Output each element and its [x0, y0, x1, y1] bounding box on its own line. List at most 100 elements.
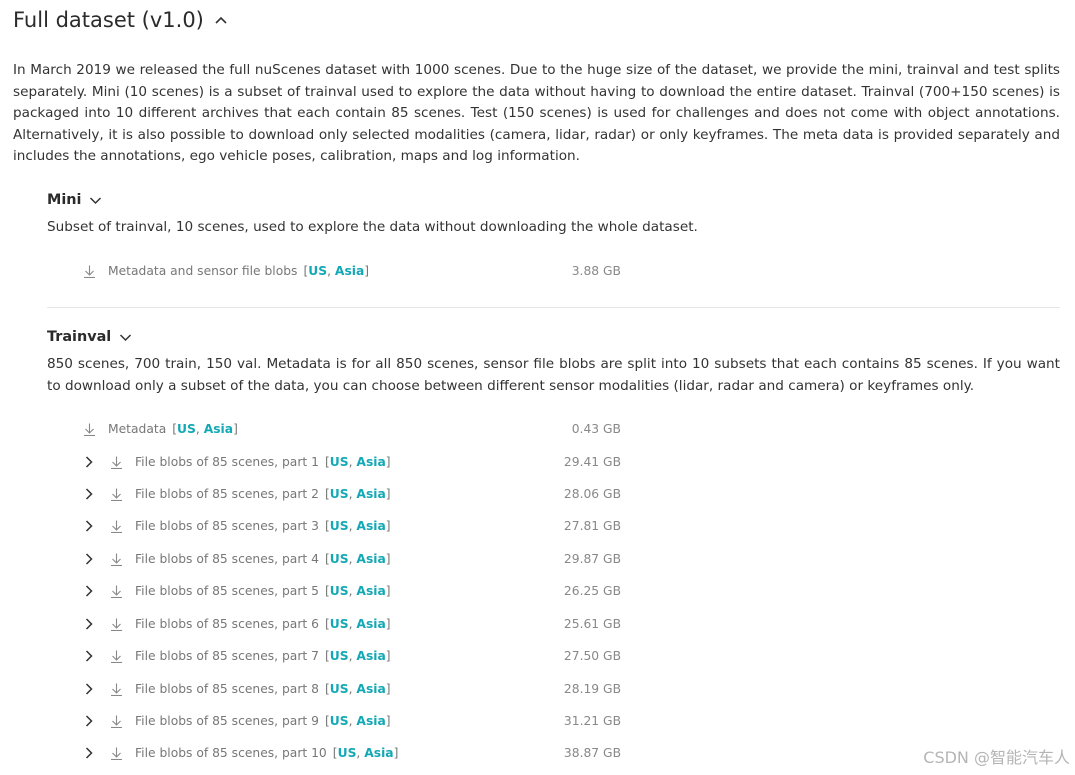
- region-link-us[interactable]: US: [330, 455, 349, 469]
- region-link-asia[interactable]: Asia: [356, 519, 385, 533]
- trainval-part-row: File blobs of 85 scenes, part 10 [US, Asi…: [83, 743, 398, 763]
- trainval-part-row: File blobs of 85 scenes, part 5 [US, Asia…: [83, 581, 391, 601]
- region-link-us[interactable]: US: [330, 519, 349, 533]
- region-link-asia[interactable]: Asia: [356, 455, 385, 469]
- trainval-part-row: File blobs of 85 scenes, part 2 [US, Asia…: [83, 484, 391, 504]
- download-icon[interactable]: [110, 747, 123, 760]
- file-size: 28.06 GB: [563, 487, 621, 501]
- chevron-right-icon[interactable]: [83, 715, 95, 727]
- trainval-part-row: File blobs of 85 scenes, part 9 [US, Asia…: [83, 711, 391, 731]
- watermark: CSDN @智能汽车人: [923, 748, 1070, 767]
- row-label: File blobs of 85 scenes, part 7: [135, 649, 319, 663]
- chevron-right-icon[interactable]: [83, 618, 95, 630]
- row-label: File blobs of 85 scenes, part 6: [135, 617, 319, 631]
- region-link-asia[interactable]: Asia: [364, 746, 393, 760]
- row-label: File blobs of 85 scenes, part 3: [135, 519, 319, 533]
- chevron-down-icon[interactable]: [119, 331, 132, 344]
- row-label: Metadata and sensor file blobs: [108, 264, 298, 278]
- region-link-asia[interactable]: Asia: [356, 617, 385, 631]
- trainval-part-row: File blobs of 85 scenes, part 3 [US, Asia…: [83, 516, 391, 536]
- download-icon[interactable]: [110, 585, 123, 598]
- page-title-text: Full dataset (v1.0): [13, 8, 204, 32]
- file-size: 31.21 GB: [563, 714, 621, 728]
- region-links: [US, Asia]: [332, 746, 399, 760]
- region-link-us[interactable]: US: [177, 422, 196, 436]
- region-link-us[interactable]: US: [330, 617, 349, 631]
- region-link-asia[interactable]: Asia: [356, 552, 385, 566]
- file-size: 28.19 GB: [563, 682, 621, 696]
- row-label: File blobs of 85 scenes, part 5: [135, 584, 319, 598]
- region-link-us[interactable]: US: [308, 264, 327, 278]
- region-links: [US, Asia]: [324, 455, 391, 469]
- chevron-down-icon[interactable]: [89, 194, 102, 207]
- row-label: File blobs of 85 scenes, part 4: [135, 552, 319, 566]
- file-size: 27.81 GB: [563, 519, 621, 533]
- region-link-us[interactable]: US: [330, 682, 349, 696]
- region-link-asia[interactable]: Asia: [356, 487, 385, 501]
- file-size: 27.50 GB: [563, 649, 621, 663]
- row-label: File blobs of 85 scenes, part 2: [135, 487, 319, 501]
- chevron-right-icon[interactable]: [83, 683, 95, 695]
- trainval-metadata-row: Metadata [US, Asia]: [83, 419, 238, 439]
- mini-title[interactable]: Mini: [47, 192, 1060, 208]
- file-size: 26.25 GB: [563, 584, 621, 598]
- download-icon[interactable]: [110, 715, 123, 728]
- download-icon[interactable]: [110, 683, 123, 696]
- mini-title-text: Mini: [47, 192, 82, 208]
- chevron-up-icon[interactable]: [214, 13, 228, 27]
- region-links: [US, Asia]: [324, 584, 391, 598]
- region-link-us[interactable]: US: [330, 649, 349, 663]
- region-link-us[interactable]: US: [330, 487, 349, 501]
- row-label: File blobs of 85 scenes, part 9: [135, 714, 319, 728]
- mini-download-row: Metadata and sensor file blobs [US, Asia…: [83, 261, 369, 281]
- region-links: [US, Asia]: [324, 649, 391, 663]
- region-links: [US, Asia]: [324, 487, 391, 501]
- chevron-right-icon[interactable]: [83, 650, 95, 662]
- intro-paragraph: In March 2019 we released the full nuSce…: [13, 62, 1060, 164]
- row-label: File blobs of 85 scenes, part 8: [135, 682, 319, 696]
- page-title[interactable]: Full dataset (v1.0): [13, 8, 228, 32]
- download-icon[interactable]: [110, 650, 123, 663]
- region-link-us[interactable]: US: [330, 714, 349, 728]
- region-link-asia[interactable]: Asia: [356, 714, 385, 728]
- download-icon[interactable]: [83, 423, 96, 436]
- chevron-right-icon[interactable]: [83, 520, 95, 532]
- trainval-description: 850 scenes, 700 train, 150 val. Metadata…: [47, 356, 1060, 394]
- trainval-part-row: File blobs of 85 scenes, part 4 [US, Asia…: [83, 549, 391, 569]
- chevron-right-icon[interactable]: [83, 585, 95, 597]
- row-label: File blobs of 85 scenes, part 10: [135, 746, 327, 760]
- trainval-part-row: File blobs of 85 scenes, part 8 [US, Asia…: [83, 679, 391, 699]
- region-link-asia[interactable]: Asia: [335, 264, 364, 278]
- region-link-asia[interactable]: Asia: [356, 682, 385, 696]
- trainval-part-row: File blobs of 85 scenes, part 7 [US, Asia…: [83, 646, 391, 666]
- region-link-us[interactable]: US: [338, 746, 357, 760]
- chevron-right-icon[interactable]: [83, 553, 95, 565]
- trainval-part-row: File blobs of 85 scenes, part 1 [US, Asia…: [83, 452, 391, 472]
- region-links: [US, Asia]: [172, 422, 238, 436]
- trainval-title[interactable]: Trainval: [47, 329, 1060, 345]
- download-icon[interactable]: [110, 618, 123, 631]
- chevron-right-icon[interactable]: [83, 747, 95, 759]
- region-links: [US, Asia]: [303, 264, 370, 278]
- trainval-section: Trainval 850 scenes, 700 train, 150 val.…: [47, 329, 1060, 397]
- region-link-us[interactable]: US: [330, 552, 349, 566]
- download-icon[interactable]: [110, 520, 123, 533]
- download-icon[interactable]: [110, 456, 123, 469]
- chevron-right-icon[interactable]: [83, 488, 95, 500]
- file-size: 38.87 GB: [563, 746, 621, 760]
- download-icon[interactable]: [110, 488, 123, 501]
- download-icon[interactable]: [83, 265, 96, 278]
- chevron-right-icon[interactable]: [83, 456, 95, 468]
- mini-section: Mini Subset of trainval, 10 scenes, used…: [47, 192, 1060, 239]
- region-links: [US, Asia]: [324, 552, 391, 566]
- region-link-asia[interactable]: Asia: [356, 649, 385, 663]
- file-size: 29.87 GB: [563, 552, 621, 566]
- file-size: 3.88 GB: [571, 264, 621, 278]
- download-icon[interactable]: [110, 553, 123, 566]
- region-link-asia[interactable]: Asia: [356, 584, 385, 598]
- row-label: File blobs of 85 scenes, part 1: [135, 455, 319, 469]
- region-links: [US, Asia]: [324, 519, 391, 533]
- mini-description: Subset of trainval, 10 scenes, used to e…: [47, 219, 698, 235]
- region-link-asia[interactable]: Asia: [204, 422, 233, 436]
- region-link-us[interactable]: US: [330, 584, 349, 598]
